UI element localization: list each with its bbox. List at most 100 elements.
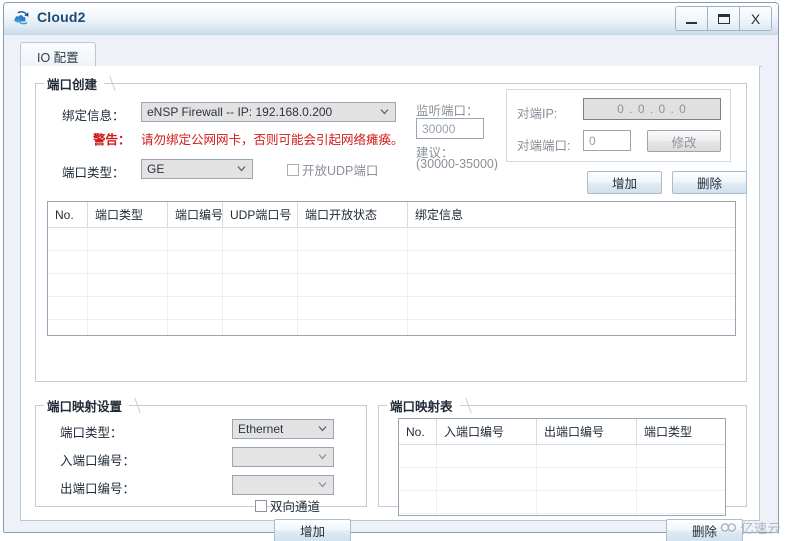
- table-cell: [437, 514, 537, 515]
- table-cell: [298, 274, 408, 296]
- table-cell: [437, 468, 537, 490]
- peer-port-value: 0: [589, 133, 596, 148]
- mapping-table-header: No. 入端口编号 出端口编号 端口类型: [399, 419, 725, 445]
- column-header: No.: [48, 202, 88, 227]
- peer-ip-value: 0 . 0 . 0 . 0: [617, 102, 687, 116]
- table-cell: [48, 274, 88, 296]
- port-table-header: No. 端口类型 端口编号 UDP端口号 端口开放状态 绑定信息: [48, 202, 735, 228]
- mapping-port-type-value: Ethernet: [238, 422, 284, 436]
- column-header: UDP端口号: [223, 202, 298, 227]
- table-cell: [537, 514, 637, 515]
- table-cell: [48, 297, 88, 319]
- table-row[interactable]: [48, 228, 735, 251]
- peer-port-input[interactable]: 0: [583, 130, 631, 151]
- column-header: 出端口编号: [537, 419, 637, 444]
- table-cell: [168, 274, 223, 296]
- maximize-icon: [717, 13, 730, 24]
- table-cell: [437, 491, 537, 513]
- table-cell: [223, 320, 298, 335]
- checkbox-box-icon: [287, 163, 299, 176]
- warning-text: 请勿绑定公网网卡，否则可能会引起网络瘫痪。: [141, 133, 404, 147]
- table-cell: [88, 320, 168, 335]
- peer-ip-label: 对端IP:: [517, 107, 558, 121]
- table-row[interactable]: [48, 320, 735, 335]
- table-cell: [408, 251, 729, 273]
- table-cell: [88, 228, 168, 250]
- out-port-label: 出端口编号：: [60, 482, 136, 496]
- chevron-down-icon: [380, 107, 389, 116]
- delete-port-button[interactable]: 删除: [672, 171, 747, 194]
- udp-port-checkbox[interactable]: 开放UDP端口: [287, 160, 378, 179]
- mapping-add-button[interactable]: 增加: [274, 519, 351, 541]
- group-port-create-title: 端口创建: [44, 74, 105, 93]
- table-row[interactable]: [399, 491, 725, 514]
- table-cell: [88, 251, 168, 273]
- mapping-port-type-label: 端口类型：: [60, 426, 123, 440]
- table-row[interactable]: [48, 251, 735, 274]
- table-cell: [298, 297, 408, 319]
- port-type-select[interactable]: GE: [141, 159, 253, 179]
- table-cell: [399, 445, 437, 467]
- table-row[interactable]: [399, 514, 725, 515]
- binding-info-value: eNSP Firewall -- IP: 192.168.0.200: [147, 105, 333, 119]
- table-row[interactable]: [48, 274, 735, 297]
- binding-info-label: 绑定信息：: [62, 109, 125, 123]
- table-cell: [637, 445, 723, 467]
- table-cell: [48, 228, 88, 250]
- mapping-table-body: [399, 445, 725, 515]
- close-button[interactable]: X: [740, 7, 771, 30]
- window-title: Cloud2: [37, 9, 86, 25]
- window-controls: X: [675, 6, 772, 31]
- table-row[interactable]: [399, 468, 725, 491]
- cloud-refresh-icon: [13, 9, 32, 28]
- table-cell: [168, 297, 223, 319]
- mapping-port-type-select[interactable]: Ethernet: [232, 419, 334, 439]
- port-type-label: 端口类型：: [62, 166, 125, 180]
- table-cell: [48, 320, 88, 335]
- minimize-button[interactable]: [676, 7, 708, 30]
- table-cell: [537, 445, 637, 467]
- table-cell: [223, 297, 298, 319]
- table-cell: [298, 228, 408, 250]
- table-cell: [399, 514, 437, 515]
- screenshot-root: Cloud2 X IO 配置 端口创建 绑定信息： eNSP Firewall …: [0, 0, 789, 541]
- checkbox-box-icon: [255, 499, 267, 512]
- table-cell: [399, 491, 437, 513]
- table-cell: [168, 320, 223, 335]
- modify-button[interactable]: 修改: [647, 130, 721, 152]
- mapping-table[interactable]: No. 入端口编号 出端口编号 端口类型: [398, 418, 726, 516]
- group-mapping-settings: 端口映射设置 端口类型： Ethernet 入端口编号： 出端口编号：: [35, 396, 367, 507]
- table-cell: [408, 274, 729, 296]
- cloud2-window: Cloud2 X IO 配置 端口创建 绑定信息： eNSP Firewall …: [3, 2, 779, 541]
- column-header: 端口开放状态: [298, 202, 408, 227]
- port-table[interactable]: No. 端口类型 端口编号 UDP端口号 端口开放状态 绑定信息: [47, 201, 736, 336]
- port-type-value: GE: [147, 162, 165, 176]
- table-cell: [88, 297, 168, 319]
- watermark-text: 亿速云: [740, 521, 781, 536]
- table-cell: [223, 251, 298, 273]
- table-row[interactable]: [399, 445, 725, 468]
- table-cell: [298, 251, 408, 273]
- out-port-select[interactable]: [232, 475, 334, 495]
- in-port-select[interactable]: [232, 447, 334, 467]
- table-cell: [637, 514, 723, 515]
- group-mapping-table-title: 端口映射表: [387, 396, 460, 415]
- port-table-body: [48, 228, 735, 335]
- bidirectional-channel-checkbox[interactable]: 双向通道: [255, 496, 320, 515]
- minimize-icon: [686, 21, 697, 24]
- table-cell: [408, 320, 729, 335]
- peer-ip-input[interactable]: 0 . 0 . 0 . 0: [583, 98, 721, 120]
- chevron-down-icon: [318, 480, 327, 489]
- binding-info-select[interactable]: eNSP Firewall -- IP: 192.168.0.200: [141, 102, 396, 122]
- add-port-button[interactable]: 增加: [587, 171, 662, 194]
- table-cell: [168, 251, 223, 273]
- window-client-area: IO 配置 端口创建 绑定信息： eNSP Firewall -- IP: 19…: [4, 35, 778, 541]
- watermark: 亿速云: [720, 518, 781, 537]
- chevron-down-icon: [237, 164, 246, 173]
- table-cell: [48, 251, 88, 273]
- maximize-button[interactable]: [708, 7, 740, 30]
- in-port-label: 入端口编号：: [60, 454, 136, 468]
- column-header: 绑定信息: [415, 208, 464, 222]
- table-row[interactable]: [48, 297, 735, 320]
- listen-port-input[interactable]: 30000: [416, 118, 484, 139]
